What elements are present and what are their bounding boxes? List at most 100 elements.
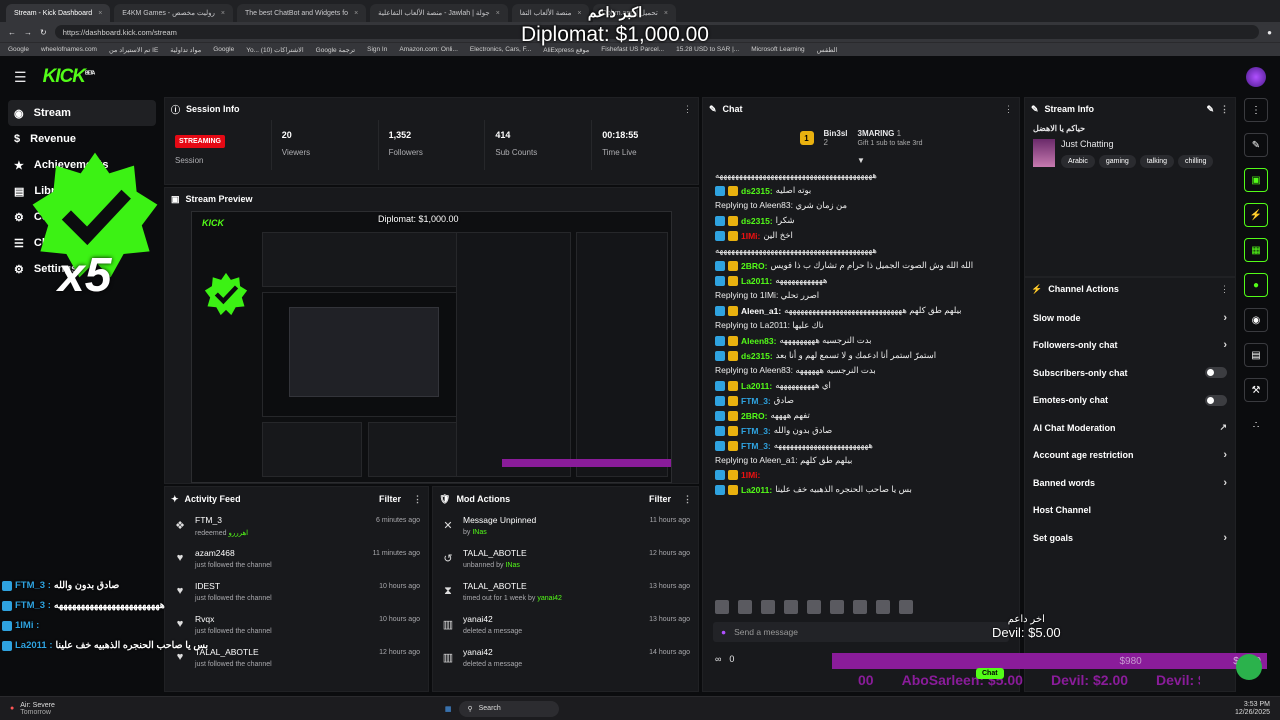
more-icon[interactable]: ⋮ xyxy=(1004,104,1013,115)
category-name[interactable]: Just Chatting xyxy=(1061,139,1213,149)
avatar[interactable] xyxy=(1246,67,1266,87)
toggle-switch[interactable] xyxy=(1205,394,1227,406)
emote-icon[interactable] xyxy=(807,600,821,614)
chat-message[interactable]: ds2315: استمرّ استمر أنا ادعمك و لا تسمع … xyxy=(703,348,1019,363)
chat-username[interactable]: 1IMi: xyxy=(741,231,760,241)
chat-username[interactable]: ds2315: xyxy=(741,351,773,361)
emote-icon[interactable] xyxy=(853,600,867,614)
list-item[interactable]: ♥ IDEST just followed the channel 10 hours… xyxy=(165,577,428,610)
chat-message[interactable]: 1IMi: اخخ الين xyxy=(703,228,1019,243)
rail-clip-icon[interactable]: ▦ xyxy=(1244,238,1268,262)
chat-username[interactable]: La2011: xyxy=(741,485,772,495)
chat-message[interactable]: FTM_3: صادق بدون والله xyxy=(703,423,1019,438)
reload-icon[interactable]: ↻ xyxy=(40,28,47,37)
channel-action-slow-mode[interactable]: Slow mode › xyxy=(1025,304,1235,332)
chat-username[interactable]: Aleen_a1: xyxy=(741,306,781,316)
browser-tab[interactable]: منصة الألعاب التفاعلية - Jawlah | جولة × xyxy=(370,4,508,22)
chat-username[interactable]: 2BRO: xyxy=(741,261,767,271)
bookmark-item[interactable]: Amazon.com: Onli... xyxy=(399,46,458,53)
chat-input[interactable]: ● Send a message xyxy=(713,622,1009,642)
chat-message[interactable]: La2011: ههههههههههههه xyxy=(703,273,1019,288)
profile-icon[interactable]: ● xyxy=(1267,28,1272,37)
chat-message[interactable]: ds2315: بوته اصليه xyxy=(703,183,1019,198)
chat-username[interactable]: ds2315: xyxy=(741,216,773,226)
toggle-switch[interactable] xyxy=(1205,367,1227,379)
channel-action-set-goals[interactable]: Set goals › xyxy=(1025,524,1235,552)
edit-icon[interactable]: ✎ xyxy=(1206,104,1214,115)
list-item[interactable]: ⧗ TALAL_ABOTLE timed out for 1 week by yan… xyxy=(433,577,698,610)
bookmark-item[interactable]: تم الاستيراد من IE xyxy=(109,46,158,54)
chat-username[interactable]: Aleen83: xyxy=(741,336,776,346)
more-icon[interactable]: ⋮ xyxy=(1220,104,1229,115)
chat-username[interactable]: FTM_3: xyxy=(741,441,771,451)
bookmark-item[interactable]: مواد تداولية xyxy=(170,46,201,54)
rail-broadcast-icon[interactable]: ◉ xyxy=(1244,308,1268,332)
close-icon[interactable]: × xyxy=(221,10,225,17)
emote-icon[interactable] xyxy=(899,600,913,614)
list-item[interactable]: ♥ azam2468 just followed the channel 11 mi… xyxy=(165,544,428,577)
browser-tab[interactable]: The best ChatBot and Widgets fo × xyxy=(236,4,367,22)
bookmark-item[interactable]: Yo... الاشتراكات (10) xyxy=(246,46,303,54)
emote-icon[interactable] xyxy=(715,600,729,614)
stream-tag[interactable]: gaming xyxy=(1098,155,1136,168)
chat-message[interactable]: Aleen_a1: بيلهم طق كلهم ههههههههههههههههه… xyxy=(703,303,1019,318)
rail-chat-icon[interactable]: ● xyxy=(1244,273,1268,297)
bookmark-item[interactable]: Google xyxy=(213,46,234,53)
channel-action-followers-only-chat[interactable]: Followers-only chat › xyxy=(1025,332,1235,360)
channel-action-banned-words[interactable]: Banned words › xyxy=(1025,469,1235,497)
chat-message[interactable]: La2011: اي ههههههههههه xyxy=(703,378,1019,393)
emote-icon[interactable] xyxy=(761,600,775,614)
scroll-down-icon[interactable]: ▼ xyxy=(703,156,1019,168)
stream-tag[interactable]: chilling xyxy=(1178,155,1214,168)
bookmark-item[interactable]: Google ترجمة xyxy=(316,46,355,54)
activity-filter-button[interactable]: Filter xyxy=(379,494,401,504)
channel-action-ai-chat-moderation[interactable]: AI Chat Moderation ↗ xyxy=(1025,414,1235,442)
list-item[interactable]: ♥ Rvqx just followed the channel 10 hours … xyxy=(165,610,428,643)
chat-message[interactable]: 1IMi: xyxy=(703,468,1019,482)
list-item[interactable]: ↺ TALAL_ABOTLE unbanned by INas 12 hours ag… xyxy=(433,544,698,577)
rail-wrench-icon[interactable]: ⚒ xyxy=(1244,378,1268,402)
chat-username[interactable]: 1IMi: xyxy=(741,470,760,480)
rail-preview-icon[interactable]: ▣ xyxy=(1244,168,1268,192)
channel-action-account-age-restriction[interactable]: Account age restriction › xyxy=(1025,442,1235,470)
sidebar-item-stream[interactable]: ◉ Stream xyxy=(8,100,156,126)
list-item[interactable]: ❖ FTM_3 redeemed اهرررو 6 minutes ago xyxy=(165,511,428,544)
chat-username[interactable]: 2BRO: xyxy=(741,411,767,421)
channel-action-subscribers-only-chat[interactable]: Subscribers-only chat xyxy=(1025,359,1235,387)
browser-tab[interactable]: E4KM Games - روليت مخصص × xyxy=(114,4,233,22)
rail-edit-icon[interactable]: ✎ xyxy=(1244,133,1268,157)
chat-username[interactable]: La2011: xyxy=(741,276,772,286)
forward-icon[interactable]: → xyxy=(24,28,32,37)
browser-tab[interactable]: Stream - Kick Dashboard × xyxy=(6,4,111,22)
bookmark-item[interactable]: Electronics, Cars, F... xyxy=(470,46,531,53)
bookmark-item[interactable]: 15.28 USD to SAR |... xyxy=(676,46,739,53)
chat-message[interactable]: ds2315: شكرا xyxy=(703,213,1019,228)
emote-icon[interactable] xyxy=(784,600,798,614)
chat-username[interactable]: FTM_3: xyxy=(741,426,771,436)
bookmark-item[interactable]: Google xyxy=(8,46,29,53)
bookmark-item[interactable]: الطقس xyxy=(817,46,838,54)
chat-message[interactable]: La2011: بس يا صاحب الحنجره الذهبيه خف علي… xyxy=(703,482,1019,497)
chat-message[interactable]: FTM_3: صادق xyxy=(703,393,1019,408)
chat-username[interactable]: FTM_3: xyxy=(741,396,771,406)
rail-layout-icon[interactable]: ▤ xyxy=(1244,343,1268,367)
chat-reply-context[interactable]: Replying to 1IMi: اصرر تحلي xyxy=(703,288,1019,303)
bookmark-item[interactable]: wheelofnames.com xyxy=(41,46,97,53)
points-icon[interactable]: ∞ xyxy=(715,654,721,664)
rail-bolt-icon[interactable]: ⚡ xyxy=(1244,203,1268,227)
chat-username[interactable]: ds2315: xyxy=(741,186,773,196)
chat-message[interactable]: Aleen83: بدت النرجسيه هههههههههه xyxy=(703,333,1019,348)
chat-message[interactable]: FTM_3: ههههههههههههههههههههههههه xyxy=(703,438,1019,453)
more-icon[interactable]: ⋮ xyxy=(1220,284,1229,295)
mic-icon[interactable]: ● xyxy=(721,627,726,637)
stream-tag[interactable]: talking xyxy=(1139,155,1175,168)
bookmark-item[interactable]: Sign In xyxy=(367,46,387,53)
kick-logo[interactable]: KICKBETA xyxy=(43,66,96,88)
more-icon[interactable]: ⋮ xyxy=(683,494,692,505)
list-item[interactable]: ▥ yanai42 deleted a message 13 hours ago xyxy=(433,610,698,643)
back-icon[interactable]: ← xyxy=(8,28,16,37)
more-icon[interactable]: ⋮ xyxy=(413,494,422,505)
mod-filter-button[interactable]: Filter xyxy=(649,494,671,504)
emote-icon[interactable] xyxy=(876,600,890,614)
chat-reply-context[interactable]: Replying to La2011: ناك عليها xyxy=(703,318,1019,333)
